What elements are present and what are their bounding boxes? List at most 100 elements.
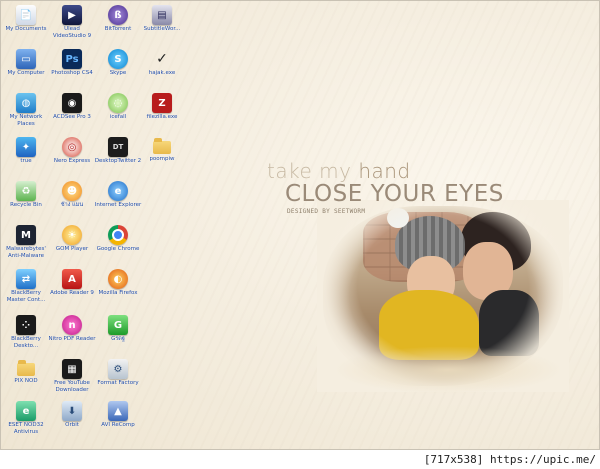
icon-label: DesktopTwitter 2 [94, 158, 142, 164]
icon-label: GOM Player [55, 246, 89, 252]
wallpaper-photo [317, 200, 569, 394]
icon-label: My Network Places [9, 114, 43, 127]
malwarebytes-icon: M [16, 225, 36, 245]
icon-label: ช้าง แมน [60, 202, 84, 208]
desktop-icon-gom[interactable]: ☀ GOM Player [47, 225, 97, 253]
icon-label: Ulead VideoStudio 9 [52, 26, 92, 39]
icon-label: BlackBerry Master Cont... [6, 290, 46, 303]
desktop-icon-icefall[interactable]: ◌ icefall [93, 93, 143, 121]
watermark-text: [717x538] https://upic.me/ [423, 453, 596, 466]
desktop-icon-avi-recomp[interactable]: ▲ AVI ReComp [93, 401, 143, 429]
computer-icon: ▭ [16, 49, 36, 69]
desktop-icon-hajak[interactable]: ✓ hajak.exe [137, 49, 187, 77]
wallpaper-credit: DESIGNED BY SEETWORM [287, 208, 366, 215]
icon-label: hajak.exe [148, 70, 176, 76]
desktop-icon-recycle-bin[interactable]: ♻ Recycle Bin [1, 181, 51, 209]
icon-label: Nero Express [53, 158, 91, 164]
nero-icon: ◎ [62, 137, 82, 157]
desktop-icon-my-network[interactable]: ◍ My Network Places [1, 93, 51, 127]
desktoptwitter-icon: DT [108, 137, 128, 157]
icon-label: AVI ReComp [101, 422, 135, 428]
desktop[interactable]: take my hand CLOSE YOUR EYES DESIGNED BY… [0, 0, 600, 450]
desktop-icon-filezilla[interactable]: Z filezilla.exe [137, 93, 187, 121]
orbit-icon: ⬇ [62, 401, 82, 421]
icon-label: BlackBerry Deskto... [11, 336, 41, 349]
desktop-icon-blackberry-manager[interactable]: ⇄ BlackBerry Master Cont... [1, 269, 51, 303]
format-factory-icon: ⚙ [108, 359, 128, 379]
icon-label: Malwarebytes' Anti-Malware [6, 246, 46, 259]
folder-icon [153, 138, 171, 154]
desktop-icon-chrome[interactable]: Google Chrome [93, 225, 143, 253]
desktop-icon-ulead[interactable]: ▶ Ulead VideoStudio 9 [47, 5, 97, 39]
nitro-pdf-icon: n [62, 315, 82, 335]
desktop-icon-desktoptwitter[interactable]: DT DesktopTwitter 2 [93, 137, 143, 165]
desktop-icon-nitro[interactable]: n Nitro PDF Reader [47, 315, 97, 343]
desktop-icon-blackberry-desktop[interactable]: ⁘ BlackBerry Deskto... [1, 315, 51, 349]
desktop-icon-skype[interactable]: S Skype [93, 49, 143, 77]
icon-label: Adobe Reader 9 [50, 290, 94, 296]
subtitle-workshop-icon: ▤ [152, 5, 172, 25]
icon-label: My Computer [7, 70, 45, 76]
folder-icon [17, 360, 35, 376]
firefox-icon: ◐ [108, 269, 128, 289]
icon-label: ACDSee Pro 3 [53, 114, 91, 120]
desktop-icon-firefox[interactable]: ◐ Mozilla Firefox [93, 269, 143, 297]
desktop-icon-poompiw[interactable]: poompiw [137, 137, 187, 163]
desktop-icon-nero-express[interactable]: ◎ Nero Express [47, 137, 97, 165]
desktop-icon-thai-app[interactable]: ☻ ช้าง แมน [47, 181, 97, 209]
icon-label: Google Chrome [96, 246, 140, 252]
bittorrent-icon: ß [108, 5, 128, 25]
skype-icon: S [108, 49, 128, 69]
true-app-icon: ✦ [16, 137, 36, 157]
icon-label: Skype [109, 70, 127, 76]
icon-label: Gรดฐ [111, 336, 125, 342]
icon-label: BitTorrent [104, 26, 132, 32]
desktop-icon-ie[interactable]: e Internet Explorer [93, 181, 143, 209]
icon-label: Recycle Bin [10, 202, 42, 208]
image-footer: [717x538] https://upic.me/ [0, 450, 600, 469]
icon-label: Photoshop CS4 [51, 70, 93, 76]
icon-label: filezilla.exe [146, 114, 178, 120]
desktop-icon-my-computer[interactable]: ▭ My Computer [1, 49, 51, 77]
g-app-icon: G [108, 315, 128, 335]
desktop-icon-orbit[interactable]: ⬇ Orbit [47, 401, 97, 429]
gom-player-icon: ☀ [62, 225, 82, 245]
desktop-icon-freeyoutube[interactable]: ▦ Free YouTube Downloader [47, 359, 97, 393]
network-icon: ◍ [16, 93, 36, 113]
icon-label: Nitro PDF Reader [48, 336, 96, 342]
desktop-icon-photoshop[interactable]: Ps Photoshop CS4 [47, 49, 97, 77]
wallpaper-title: CLOSE YOUR EYES [285, 181, 504, 207]
icon-label: poompiw [149, 156, 175, 162]
internet-explorer-icon: e [108, 181, 128, 201]
icon-label: Internet Explorer [94, 202, 142, 208]
desktop-icon-acdsee[interactable]: ◉ ACDSee Pro 3 [47, 93, 97, 121]
blackberry-icon: ⁘ [16, 315, 36, 335]
desktop-icon-subtitleworkshop[interactable]: ▤ SubtitleWor... [137, 5, 187, 33]
acdsee-icon: ◉ [62, 93, 82, 113]
blackberry-manager-icon: ⇄ [16, 269, 36, 289]
icon-label: ESET NOD32 Antivirus [8, 422, 44, 435]
photoshop-icon: Ps [62, 49, 82, 69]
icon-label: SubtitleWor... [143, 26, 181, 32]
adobe-reader-icon: A [62, 269, 82, 289]
icon-label: Free YouTube Downloader [54, 380, 90, 393]
eset-icon: e [16, 401, 36, 421]
wallpaper-tagline: take my hand [267, 159, 411, 183]
film-icon: ▦ [62, 359, 82, 379]
icon-label: Format Factory [97, 380, 139, 386]
desktop-icon-bittorrent[interactable]: ß BitTorrent [93, 5, 143, 33]
desktop-icon-adobe-reader[interactable]: A Adobe Reader 9 [47, 269, 97, 297]
desktop-icon-ggg[interactable]: G Gรดฐ [93, 315, 143, 343]
desktop-icon-format-factory[interactable]: ⚙ Format Factory [93, 359, 143, 387]
avi-recomp-icon: ▲ [108, 401, 128, 421]
desktop-icon-malwarebytes[interactable]: M Malwarebytes' Anti-Malware [1, 225, 51, 259]
chrome-icon [108, 225, 128, 245]
icon-label: icefall [109, 114, 127, 120]
desktop-icon-eset[interactable]: e ESET NOD32 Antivirus [1, 401, 51, 435]
icon-label: true [20, 158, 32, 164]
desktop-icon-my-documents[interactable]: 📄 My Documents [1, 5, 51, 33]
icon-label: Mozilla Firefox [98, 290, 138, 296]
desktop-icon-true[interactable]: ✦ true [1, 137, 51, 165]
desktop-icon-pix-nod[interactable]: PIX NOD [1, 359, 51, 385]
icon-label: My Documents [5, 26, 47, 32]
